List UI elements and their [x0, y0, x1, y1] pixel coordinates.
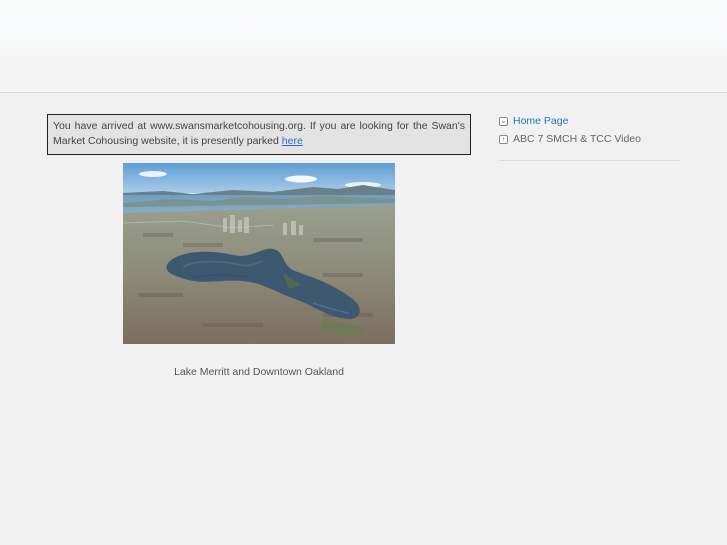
notice-text: You have arrived at www.swansmarketcohou… [53, 120, 465, 147]
sidebar-item-label: ABC 7 SMCH & TCC Video [513, 133, 641, 145]
sidebar-divider [499, 160, 680, 161]
chevron-down-icon: ⌄ [499, 116, 508, 126]
sidebar-item-abc7-video[interactable]: › ABC 7 SMCH & TCC Video [499, 130, 680, 148]
parked-site-notice: You have arrived at www.swansmarketcohou… [47, 114, 471, 155]
header-banner [0, 0, 727, 93]
sidebar-item-home-page[interactable]: ⌄ Home Page [499, 112, 680, 130]
sidebar-nav: ⌄ Home Page › ABC 7 SMCH & TCC Video [499, 112, 680, 161]
sidebar-item-label: Home Page [513, 115, 569, 127]
photo-caption: Lake Merritt and Downtown Oakland [174, 366, 344, 378]
here-link[interactable]: here [282, 135, 303, 147]
chevron-right-icon: › [499, 134, 508, 144]
aerial-photo [123, 163, 395, 344]
